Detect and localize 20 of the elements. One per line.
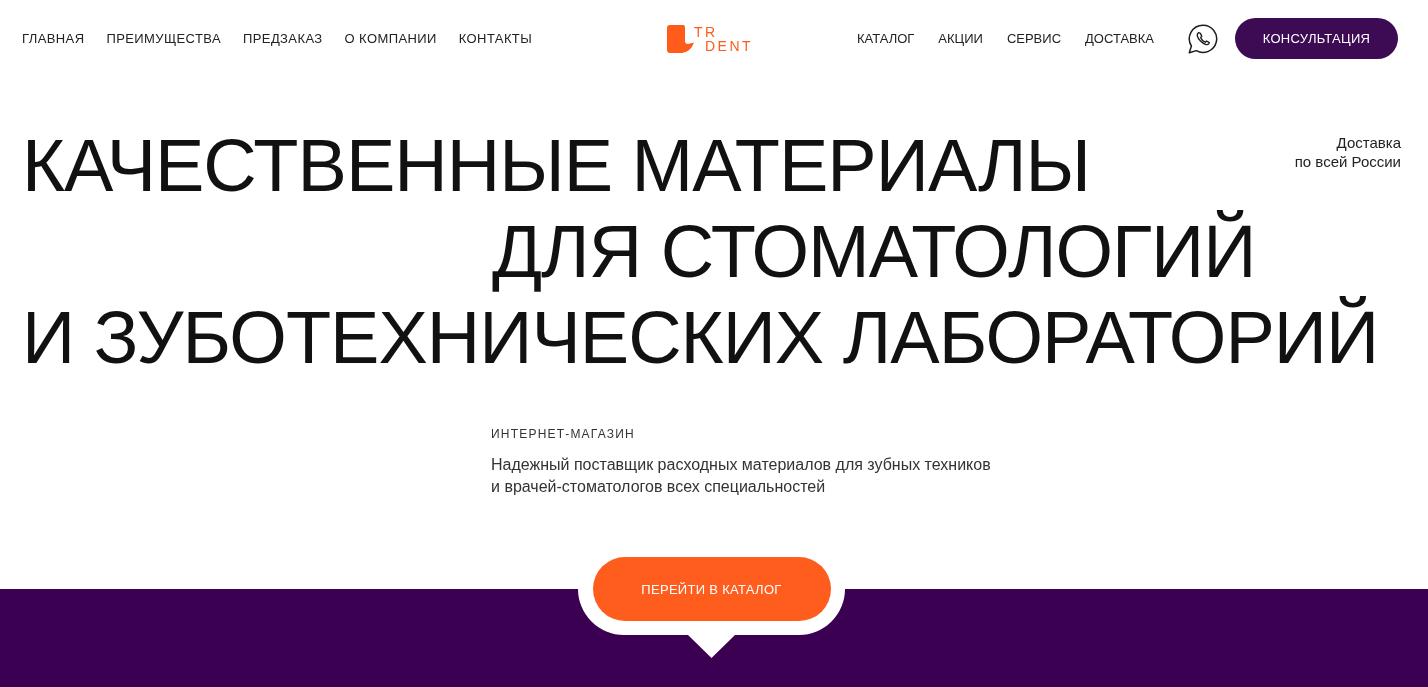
nav-link[interactable]: ДОСТАВКА — [1085, 31, 1154, 46]
consultation-button[interactable]: КОНСУЛЬТАЦИЯ — [1235, 18, 1398, 59]
nav-link[interactable]: ПРЕДЗАКАЗ — [243, 31, 323, 46]
nav-link[interactable]: СЕРВИС — [1006, 31, 1062, 46]
nav-link[interactable]: ГЛАВНАЯ — [22, 31, 85, 46]
nav-link[interactable]: АКЦИИ — [938, 31, 983, 46]
hero-title-line: ДЛЯ СТОМАТОЛОГИЙ — [492, 209, 1256, 295]
logo-text: DENT — [704, 38, 754, 53]
logo-text: TR — [693, 24, 718, 39]
hero-title-line: И ЗУБОТЕХНИЧЕСКИХ ЛАБОРАТОРИЙ — [22, 295, 1379, 381]
description-text: Надежный поставщик расходных материалов для зубных техников и врачей-стоматологов всех специальностей — [491, 455, 991, 497]
logo-icon — [666, 24, 694, 53]
delivery-note: Доставка по всей России — [1294, 133, 1401, 171]
nav-link[interactable]: КАТАЛОГ — [856, 31, 915, 46]
nav-link[interactable]: КОНТАКТЫ — [458, 31, 533, 46]
nav-link[interactable]: ПРЕИМУЩЕСТВА — [106, 31, 222, 46]
hero-title-line: КАЧЕСТВЕННЫЕ МАТЕРИАЛЫ — [22, 123, 1090, 209]
nav-link[interactable]: О КОМПАНИИ — [344, 31, 437, 46]
phone-bubble-icon[interactable] — [1188, 23, 1218, 54]
section-label: ИНТЕРНЕТ-МАГАЗИН — [491, 426, 635, 442]
